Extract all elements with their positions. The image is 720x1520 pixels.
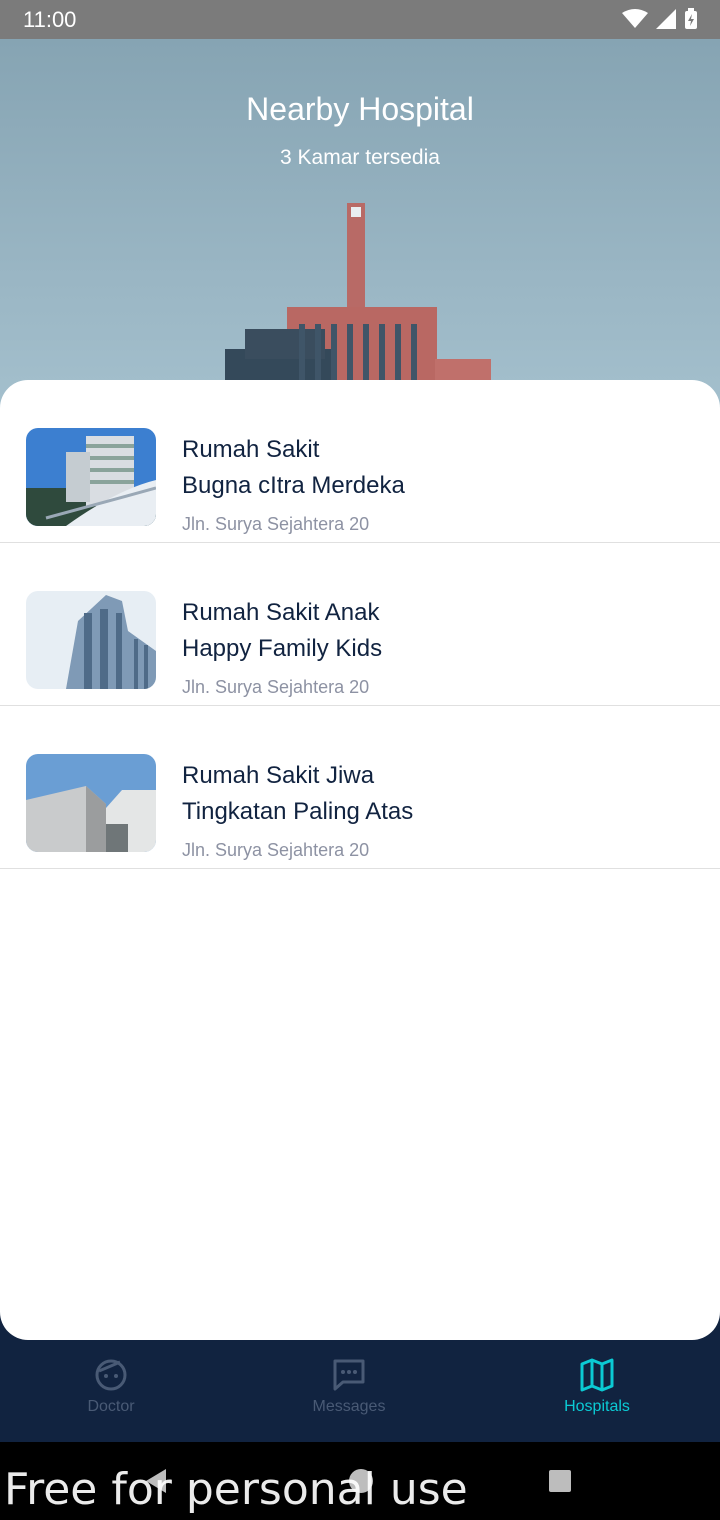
hospital-name: Rumah Sakit Anak Happy Family Kids: [182, 599, 383, 662]
nav-hospitals-label: Hospitals: [564, 1398, 630, 1415]
page-subtitle: 3 Kamar tersedia: [280, 146, 440, 169]
recents-icon[interactable]: [548, 1469, 572, 1493]
status-bar: 11:00: [0, 0, 720, 39]
map-icon: [580, 1358, 614, 1392]
hospital-list-item[interactable]: Rumah Sakit Bugna cItra Merdeka Jln. Sur…: [0, 380, 720, 543]
message-icon: [333, 1359, 365, 1391]
hospital-list-item[interactable]: Rumah Sakit Jiwa Tingkatan Paling Atas J…: [0, 706, 720, 869]
nav-hospitals[interactable]: Hospitals: [527, 1358, 667, 1416]
hospital-thumbnail: [26, 754, 156, 852]
hospital-address: Jln. Surya Sejahtera 20: [182, 840, 370, 860]
nav-doctor-label: Doctor: [87, 1398, 135, 1415]
page-title: Nearby Hospital: [246, 91, 474, 127]
hospital-name: Rumah Sakit Bugna cItra Merdeka: [182, 436, 405, 499]
signal-icon: [656, 9, 676, 29]
hero-header: Nearby Hospital 3 Kamar tersedia: [0, 39, 720, 439]
status-icons: [622, 8, 698, 30]
wifi-icon: [622, 9, 648, 28]
hospital-address: Jln. Surya Sejahtera 20: [182, 514, 370, 534]
watermark-text: Free for personal use: [4, 1464, 468, 1515]
battery-icon: [685, 8, 697, 29]
nav-doctor[interactable]: Doctor: [41, 1358, 181, 1416]
bottom-nav: Doctor Messages Hospitals: [0, 1340, 720, 1442]
status-time: 11:00: [23, 7, 77, 32]
nav-messages[interactable]: Messages: [279, 1358, 419, 1416]
hospital-address: Jln. Surya Sejahtera 20: [182, 677, 370, 697]
hospital-name: Rumah Sakit Jiwa Tingkatan Paling Atas: [182, 762, 414, 825]
hospital-list-item[interactable]: Rumah Sakit Anak Happy Family Kids Jln. …: [0, 543, 720, 706]
hospital-thumbnail: [26, 591, 156, 689]
doctor-face-icon: [95, 1359, 127, 1391]
hospital-list: Rumah Sakit Bugna cItra Merdeka Jln. Sur…: [0, 380, 720, 1340]
hospital-thumbnail: [26, 428, 156, 526]
nav-messages-label: Messages: [312, 1398, 386, 1415]
